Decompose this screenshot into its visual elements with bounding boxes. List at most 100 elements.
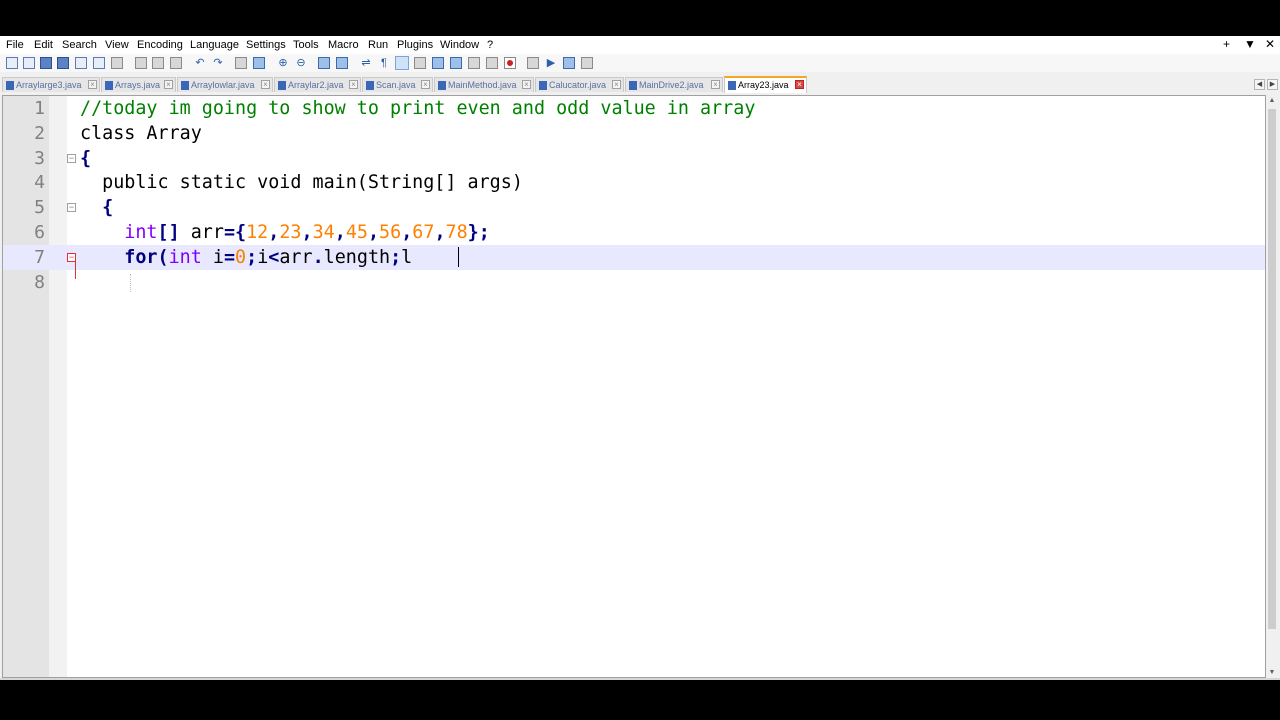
code-token: 45 [345, 222, 368, 243]
zoom-out-icon[interactable]: ⊖ [295, 57, 307, 69]
menu-macro[interactable]: Macro [328, 39, 359, 51]
save-macro-icon[interactable] [581, 57, 593, 69]
menu-run[interactable]: Run [368, 39, 388, 51]
code-line[interactable]: 4 public static void main(String[] args) [3, 170, 1265, 195]
menu-tools[interactable]: Tools [293, 39, 319, 51]
save-all-icon[interactable] [57, 57, 69, 69]
code-line[interactable]: 7 for(int i=0;i<arr.length;l [3, 244, 1265, 270]
tab-array23-java[interactable]: Array23.java × [724, 76, 807, 93]
tab-calucator-java[interactable]: Calucator.java × [535, 77, 624, 92]
code-text: //today im going to show to print even a… [80, 96, 755, 121]
cut-icon[interactable] [135, 57, 147, 69]
fold-method-icon[interactable]: − [67, 203, 76, 213]
tab-close-icon[interactable]: × [349, 80, 358, 89]
udl-icon[interactable] [414, 57, 426, 69]
play-macro-icon[interactable]: ▶ [545, 57, 557, 69]
undo-icon[interactable]: ↶ [194, 57, 206, 69]
tab-label: Arraylar2.java [288, 80, 344, 90]
monitor-icon[interactable] [486, 57, 498, 69]
code-token: 78 [445, 222, 468, 243]
paste-icon[interactable] [170, 57, 182, 69]
code-token: , [401, 222, 413, 243]
menu-encoding[interactable]: Encoding [137, 39, 183, 51]
find-icon[interactable] [235, 57, 247, 69]
vertical-scrollbar[interactable]: ▲ ▼ [1266, 95, 1278, 678]
tab-arraylar2-java[interactable]: Arraylar2.java × [274, 77, 361, 92]
menu-edit[interactable]: Edit [34, 39, 53, 51]
tab-label: Arraylarge3.java [16, 80, 82, 90]
show-all-chars-icon[interactable]: ¶ [378, 57, 390, 69]
code-line[interactable]: 6 int[] arr={12,23,34,45,56,67,78}; [3, 220, 1265, 245]
code-token: 0 [235, 246, 247, 268]
code-token: 56 [379, 222, 402, 243]
redo-icon[interactable]: ↷ [212, 57, 224, 69]
file-icon [629, 81, 637, 90]
menu-settings[interactable]: Settings [246, 39, 286, 51]
menu-view[interactable]: View [105, 39, 129, 51]
save-icon[interactable] [40, 57, 52, 69]
scroll-down-icon[interactable]: ▼ [1268, 669, 1276, 676]
tab-arraylarge3-java[interactable]: Arraylarge3.java × [2, 77, 100, 92]
tab-close-icon[interactable]: × [261, 80, 270, 89]
folder-workspace-icon[interactable] [468, 57, 480, 69]
scrollbar-thumb[interactable] [1268, 109, 1276, 629]
menu-help[interactable]: ? [487, 39, 493, 51]
tab-close-icon[interactable]: × [88, 80, 97, 89]
copy-icon[interactable] [152, 57, 164, 69]
code-line[interactable]: 8 [3, 270, 1265, 295]
close-all-icon[interactable] [93, 57, 105, 69]
menu-window[interactable]: Window [440, 39, 479, 51]
tab-close-icon[interactable]: × [421, 80, 430, 89]
indent-guide-icon[interactable] [395, 56, 409, 70]
doc-map-icon[interactable] [432, 57, 444, 69]
menu-plugins[interactable]: Plugins [397, 39, 433, 51]
file-icon [366, 81, 374, 90]
code-token: int [80, 222, 158, 243]
tab-maindrive2-java[interactable]: MainDrive2.java × [625, 77, 723, 92]
code-line[interactable]: 5 { [3, 195, 1265, 220]
code-token: 23 [279, 222, 302, 243]
code-token: { [80, 147, 92, 169]
print-icon[interactable] [111, 57, 123, 69]
new-tab-icon[interactable]: + [1223, 37, 1230, 51]
menu-search[interactable]: Search [62, 39, 97, 51]
open-icon[interactable] [23, 57, 35, 69]
sync-v-icon[interactable] [318, 57, 330, 69]
function-list-icon[interactable] [450, 57, 462, 69]
close-tab-icon[interactable]: ✕ [1265, 37, 1275, 51]
tab-scroll-left-icon[interactable]: ◀ [1254, 79, 1265, 90]
tab-close-icon[interactable]: × [795, 80, 804, 89]
tab-close-icon[interactable]: × [164, 80, 173, 89]
tab-close-icon[interactable]: × [612, 80, 621, 89]
wrap-icon[interactable]: ⇌ [360, 57, 372, 69]
tab-scan-java[interactable]: Scan.java × [362, 77, 433, 92]
tab-mainmethod-java[interactable]: MainMethod.java × [434, 77, 534, 92]
code-editor[interactable]: 1 //today im going to show to print even … [2, 95, 1266, 678]
tab-close-icon[interactable]: × [522, 80, 531, 89]
new-file-icon[interactable] [6, 57, 18, 69]
code-line[interactable]: 2 class Array [3, 121, 1265, 146]
code-line[interactable]: 3{ [3, 146, 1265, 171]
close-icon[interactable] [75, 57, 87, 69]
fold-class-icon[interactable]: − [67, 153, 76, 163]
code-text: class Array [80, 121, 202, 146]
tab-scroll-right-icon[interactable]: ▶ [1267, 79, 1278, 90]
tab-arrays-java[interactable]: Arrays.java × [101, 77, 176, 92]
replace-icon[interactable] [253, 57, 265, 69]
tab-arraylowlar-java[interactable]: Arraylowlar.java × [177, 77, 273, 92]
scroll-up-icon[interactable]: ▲ [1268, 97, 1276, 104]
line-number: 2 [34, 122, 45, 144]
tab-close-icon[interactable]: × [711, 80, 720, 89]
menu-file[interactable]: File [6, 39, 24, 51]
run-macro-multiple-icon[interactable] [563, 57, 575, 69]
stop-record-icon[interactable] [527, 57, 539, 69]
sync-h-icon[interactable] [336, 57, 348, 69]
zoom-in-icon[interactable]: ⊕ [277, 57, 289, 69]
menu-language[interactable]: Language [190, 39, 239, 51]
tab-list-icon[interactable]: ▼ [1244, 37, 1256, 51]
code-token: main(String[] args) [312, 172, 523, 194]
record-macro-icon[interactable] [504, 57, 516, 69]
code-line[interactable]: 1 //today im going to show to print even … [3, 96, 1265, 121]
code-token: //today im going to show to print even a… [80, 98, 756, 119]
